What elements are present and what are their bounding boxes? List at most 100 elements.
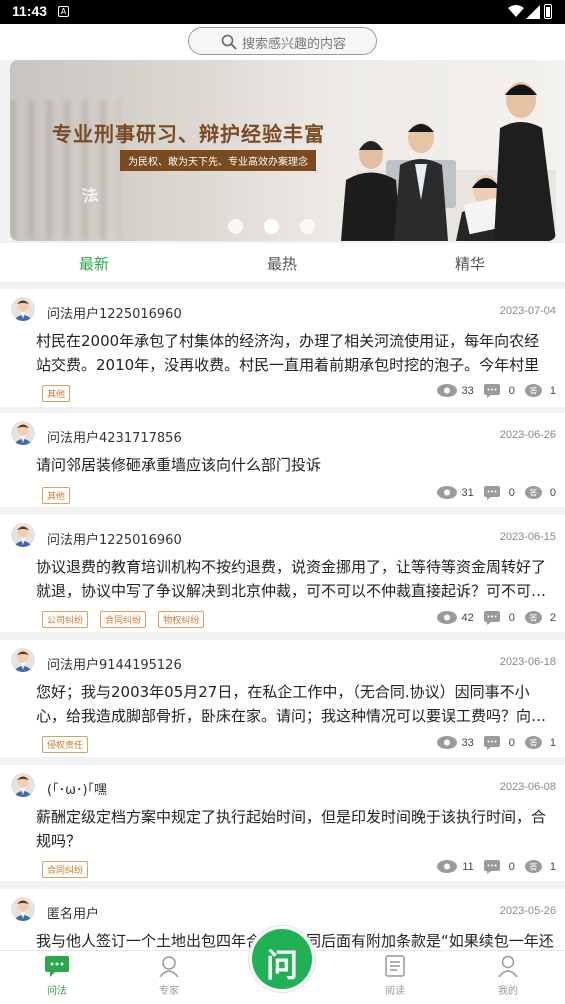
reading-icon bbox=[385, 955, 405, 977]
post-username[interactable]: 问法用户1225016960 bbox=[47, 529, 182, 548]
post-date: 2023-06-18 bbox=[499, 656, 556, 668]
post-tags: 合同纠纷 bbox=[42, 858, 95, 878]
profile-icon bbox=[498, 955, 518, 978]
svg-text:答: 答 bbox=[529, 386, 537, 396]
post-question[interactable]: 村民在2000年承包了村集体的经济沟，办理了相关河流使用证，每年向农经站交费。2… bbox=[36, 329, 551, 377]
banner-headline: 专业刑事研习、辩护经验丰富 bbox=[52, 122, 325, 146]
nav-ask-law[interactable]: 问法 bbox=[27, 955, 87, 997]
comments-count: 0 bbox=[508, 736, 515, 749]
tab-hot[interactable]: 最热 bbox=[267, 253, 297, 274]
eye-icon bbox=[436, 384, 457, 397]
post-card[interactable]: 问法用户4231717856 2023-06-26 请问邻居装修砸承重墙应该向什… bbox=[0, 413, 565, 507]
comment-icon bbox=[483, 384, 502, 398]
svg-text:答: 答 bbox=[529, 613, 537, 623]
post-card[interactable]: 问法用户1225016960 2023-06-15 协议退费的教育培训机构不按约… bbox=[0, 515, 565, 632]
category-tag[interactable]: 其他 bbox=[42, 487, 71, 504]
post-tags: 其他 bbox=[42, 484, 77, 504]
post-card[interactable]: 问法用户1225016960 2023-07-04 村民在2000年承包了村集体… bbox=[0, 289, 565, 407]
post-username[interactable]: (｢･ω･)｢嘿 bbox=[47, 779, 107, 798]
status-time: 11:43 bbox=[12, 3, 48, 19]
post-date: 2023-07-04 bbox=[499, 305, 556, 317]
post-username[interactable]: 问法用户1225016960 bbox=[47, 303, 182, 322]
category-tag[interactable]: 合同纠纷 bbox=[100, 611, 147, 628]
promo-banner[interactable]: 专业刑事研习、辩护经验丰富 为民权、敢为天下先、专业高效办案理念 法 bbox=[10, 60, 556, 241]
battery-icon bbox=[544, 4, 552, 19]
post-username[interactable]: 匿名用户 bbox=[47, 903, 99, 922]
category-tag[interactable]: 其他 bbox=[42, 385, 71, 402]
carousel-dot-active[interactable] bbox=[264, 219, 279, 234]
post-username[interactable]: 问法用户9144195126 bbox=[47, 654, 182, 673]
category-tag[interactable]: 侵权责任 bbox=[42, 736, 89, 753]
avatar bbox=[11, 421, 35, 445]
wifi-icon bbox=[508, 5, 524, 17]
nav-experts[interactable]: 专家 bbox=[139, 955, 199, 997]
tab-featured[interactable]: 精华 bbox=[455, 253, 485, 274]
post-question[interactable]: 您好；我与2003年05月27日，在私企工作中，（无合同.协议）因同事不小心，给… bbox=[36, 680, 551, 728]
post-question[interactable]: 请问邻居装修砸承重墙应该向什么部门投诉 bbox=[36, 453, 551, 477]
answers-count: 0 bbox=[549, 486, 556, 499]
eye-icon bbox=[436, 736, 457, 749]
answer-icon: 答 bbox=[524, 736, 543, 749]
post-date: 2023-06-08 bbox=[499, 781, 556, 793]
post-card[interactable]: (｢･ω･)｢嘿 2023-06-08 薪酬定级定档方案中规定了执行起始时间，但… bbox=[0, 765, 565, 881]
ask-question-button[interactable]: 问 bbox=[249, 926, 315, 992]
answer-icon: 答 bbox=[524, 860, 543, 873]
post-tags: 其他 bbox=[42, 382, 77, 402]
views-count: 11 bbox=[462, 860, 474, 873]
category-tag[interactable]: 物权纠纷 bbox=[158, 611, 205, 628]
category-tag[interactable]: 公司纠纷 bbox=[42, 611, 89, 628]
post-stats: 33 0 答 1 bbox=[436, 384, 556, 398]
post-username[interactable]: 问法用户4231717856 bbox=[47, 427, 182, 446]
category-tag[interactable]: 合同纠纷 bbox=[42, 861, 89, 878]
post-stats: 11 0 答 1 bbox=[437, 860, 556, 874]
views-count: 33 bbox=[461, 384, 474, 397]
answers-count: 1 bbox=[549, 384, 556, 397]
expert-icon bbox=[159, 956, 179, 978]
ask-button-label: 问 bbox=[265, 946, 298, 984]
post-card[interactable]: 问法用户9144195126 2023-06-18 您好；我与2003年05月2… bbox=[0, 640, 565, 757]
eye-icon bbox=[437, 860, 458, 873]
chat-icon bbox=[45, 956, 69, 977]
comment-icon bbox=[483, 611, 502, 625]
comment-icon bbox=[483, 486, 502, 500]
search-input[interactable]: 搜索感兴趣的内容 bbox=[188, 27, 377, 55]
nav-profile[interactable]: 我的 bbox=[478, 955, 538, 997]
status-bar: 11:43 A bbox=[0, 0, 565, 24]
search-bar: 搜索感兴趣的内容 bbox=[0, 24, 565, 60]
carousel-dot[interactable] bbox=[300, 219, 315, 234]
search-icon bbox=[221, 34, 237, 50]
post-stats: 31 0 答 0 bbox=[436, 486, 556, 500]
svg-text:答: 答 bbox=[529, 488, 537, 498]
eye-icon bbox=[436, 611, 457, 624]
signal-icon bbox=[526, 5, 540, 19]
post-tags: 公司纠纷 合同纠纷 物权纠纷 bbox=[42, 608, 211, 628]
post-tags: 侵权责任 bbox=[42, 733, 95, 753]
avatar bbox=[11, 523, 35, 547]
answers-count: 1 bbox=[549, 860, 556, 873]
svg-text:答: 答 bbox=[529, 738, 537, 748]
comment-icon bbox=[483, 736, 502, 750]
post-question[interactable]: 协议退费的教育培训机构不按约退费，说资金挪用了，让等待等资金周转好了就退，协议中… bbox=[36, 555, 551, 603]
answer-icon: 答 bbox=[524, 611, 543, 624]
eye-icon bbox=[436, 486, 457, 499]
views-count: 31 bbox=[461, 486, 474, 499]
answer-icon: 答 bbox=[524, 384, 543, 397]
comments-count: 0 bbox=[508, 611, 515, 624]
post-stats: 33 0 答 1 bbox=[436, 736, 556, 750]
comment-icon bbox=[483, 860, 502, 874]
comments-count: 0 bbox=[508, 860, 515, 873]
views-count: 33 bbox=[461, 736, 474, 749]
tab-latest[interactable]: 最新 bbox=[79, 253, 109, 274]
post-question[interactable]: 薪酬定级定档方案中规定了执行起始时间，但是印发时间晚于该执行时间，合规吗？ bbox=[36, 805, 551, 853]
notification-icon: A bbox=[58, 6, 69, 17]
carousel-dot[interactable] bbox=[228, 219, 243, 234]
comments-count: 0 bbox=[508, 384, 515, 397]
post-date: 2023-06-26 bbox=[499, 429, 556, 441]
nav-label: 问法 bbox=[47, 986, 67, 997]
nav-label: 阅读 bbox=[385, 986, 405, 997]
banner-seal: 法 bbox=[80, 184, 100, 207]
svg-text:答: 答 bbox=[529, 862, 537, 872]
post-stats: 42 0 答 2 bbox=[436, 611, 556, 625]
search-placeholder: 搜索感兴趣的内容 bbox=[242, 37, 347, 52]
nav-reading[interactable]: 阅读 bbox=[365, 955, 425, 997]
